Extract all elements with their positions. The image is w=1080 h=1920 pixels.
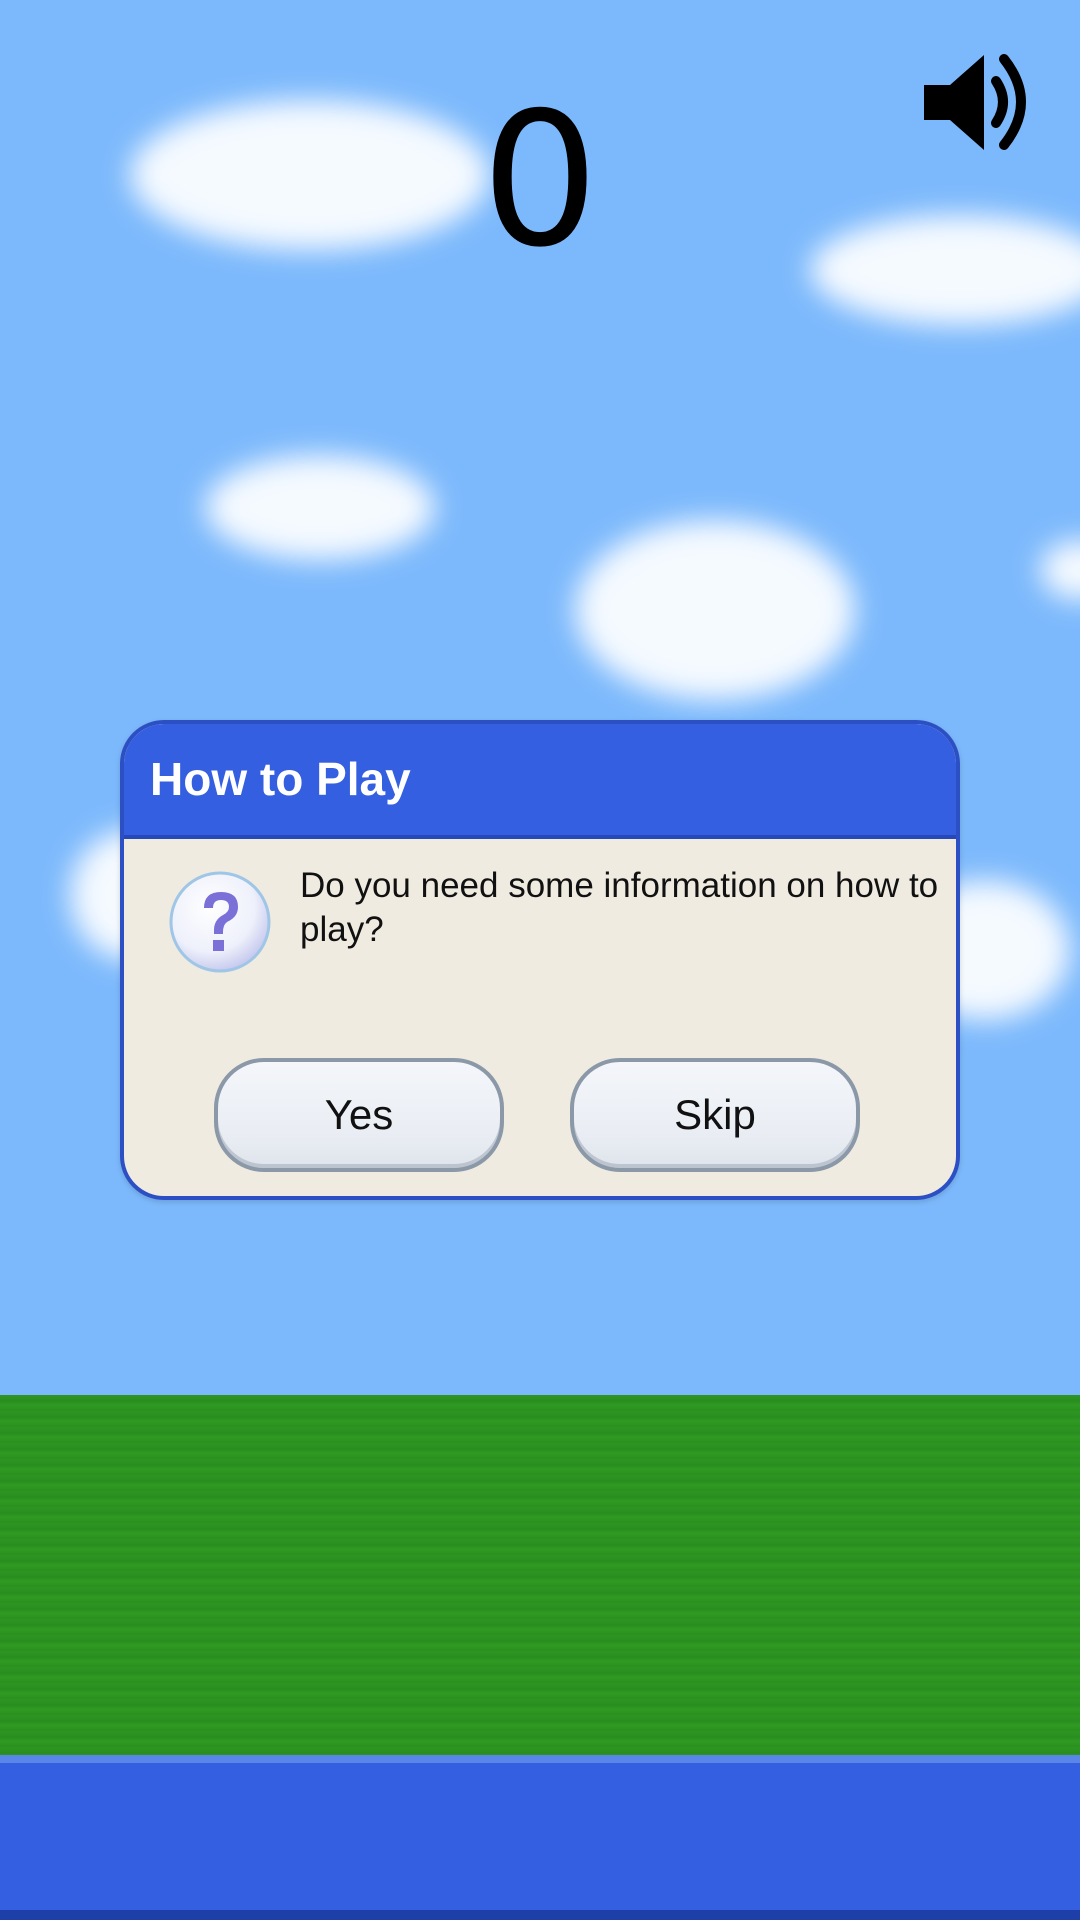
cloud: [575, 520, 855, 700]
dialog-header: How to Play: [124, 724, 956, 839]
skip-button[interactable]: Skip: [570, 1058, 860, 1172]
how-to-play-dialog: How to Play Do you need some information…: [120, 720, 960, 1200]
yes-button[interactable]: Yes: [214, 1058, 504, 1172]
grass-ground: [0, 1395, 1080, 1755]
dialog-title: How to Play: [150, 753, 411, 805]
cloud: [1040, 540, 1080, 600]
cloud: [810, 215, 1080, 325]
sound-toggle-button[interactable]: [920, 45, 1035, 160]
cloud: [205, 455, 435, 560]
score-counter: 0: [481, 72, 599, 288]
question-icon: [168, 870, 272, 974]
cloud: [130, 100, 490, 250]
ground-strip: [0, 1755, 1080, 1920]
speaker-on-icon: [924, 54, 1026, 150]
dialog-message: Do you need some information on how to p…: [300, 866, 939, 949]
